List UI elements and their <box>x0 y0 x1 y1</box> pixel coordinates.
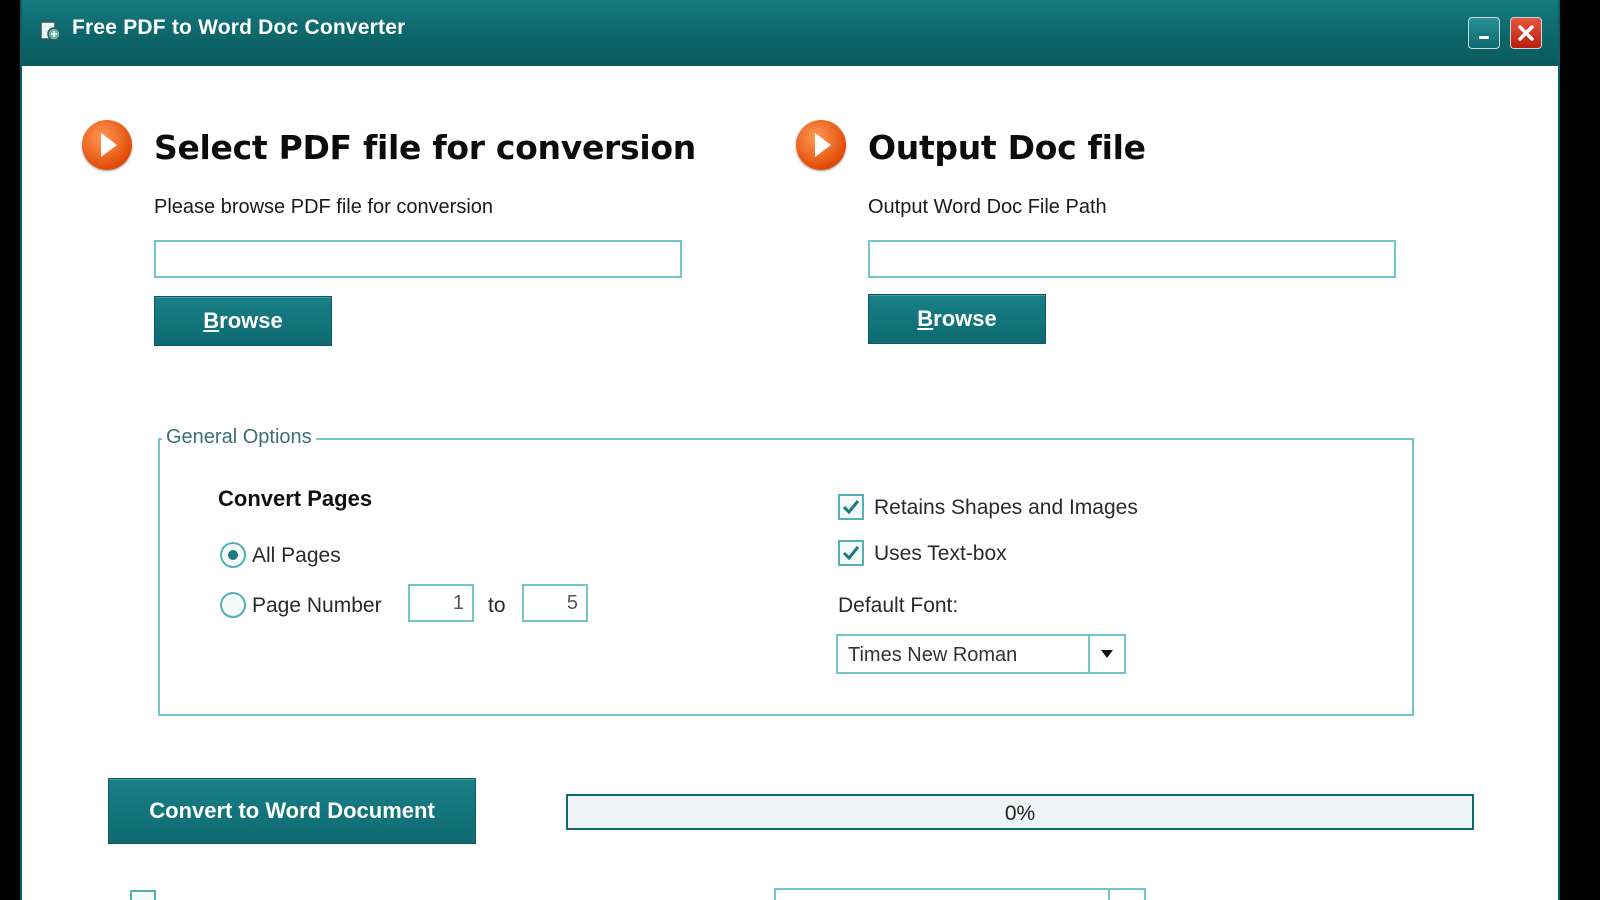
checkmark-icon <box>842 500 860 515</box>
page-to-input[interactable] <box>522 584 588 622</box>
screen-edge <box>1562 0 1600 900</box>
play-arrow-icon <box>796 120 846 170</box>
input-section-caption: Please browse PDF file for conversion <box>154 196 494 218</box>
general-options-group <box>158 438 1414 716</box>
dropdown-arrow[interactable] <box>1108 890 1144 900</box>
app-window: Free PDF to Word Doc Converter Select PD… <box>20 0 1560 900</box>
minimize-icon <box>1479 36 1489 39</box>
open-document-checkbox[interactable] <box>130 890 156 900</box>
browse-label: rowse <box>933 306 997 331</box>
all-pages-radio[interactable] <box>220 542 246 568</box>
chevron-down-icon <box>1101 650 1113 658</box>
retains-shapes-label: Retains Shapes and Images <box>874 496 1138 519</box>
output-section-caption: Output Word Doc File Path <box>868 196 1107 218</box>
progress-text: 0% <box>1004 802 1036 825</box>
page-number-label: Page Number <box>252 594 382 617</box>
browse-doc-button[interactable]: Browse <box>868 294 1046 344</box>
pdf-path-input[interactable] <box>154 240 682 278</box>
uses-textbox-label: Uses Text-box <box>874 542 1007 565</box>
to-label: to <box>488 594 506 617</box>
browse-label: rowse <box>219 308 283 333</box>
default-font-value: Times New Roman <box>848 644 1018 666</box>
page-from-input[interactable] <box>408 584 474 622</box>
default-font-label: Default Font: <box>838 594 959 617</box>
title-bar: Free PDF to Word Doc Converter <box>22 0 1558 66</box>
convert-pages-label: Convert Pages <box>218 486 373 511</box>
progress-bar: 0% <box>566 794 1474 830</box>
uses-textbox-checkbox[interactable] <box>838 540 864 566</box>
general-options-legend: General Options <box>162 426 316 449</box>
app-icon <box>40 21 61 41</box>
convert-button[interactable]: Convert to Word Document <box>108 778 476 844</box>
doc-reader-select[interactable] <box>774 888 1146 900</box>
input-section-title: Select PDF file for conversion <box>154 128 696 167</box>
close-button[interactable] <box>1510 17 1542 49</box>
retains-shapes-checkbox[interactable] <box>838 494 864 520</box>
convert-button-label: Convert to Word Document <box>149 798 435 823</box>
minimize-button[interactable] <box>1468 17 1500 49</box>
output-section-title: Output Doc file <box>868 128 1146 167</box>
window-title: Free PDF to Word Doc Converter <box>72 16 406 39</box>
default-font-select[interactable]: Times New Roman <box>836 634 1126 674</box>
play-arrow-icon <box>82 120 132 170</box>
doc-path-input[interactable] <box>868 240 1396 278</box>
all-pages-label: All Pages <box>252 544 341 567</box>
checkmark-icon <box>842 546 860 561</box>
browse-hotkey-letter: B <box>203 308 220 333</box>
close-icon <box>1518 25 1534 41</box>
browse-pdf-button[interactable]: Browse <box>154 296 332 346</box>
bottom-options-row <box>22 884 1558 900</box>
dropdown-arrow[interactable] <box>1088 636 1124 672</box>
browse-hotkey-letter: B <box>917 306 934 331</box>
page-number-radio[interactable] <box>220 592 246 618</box>
